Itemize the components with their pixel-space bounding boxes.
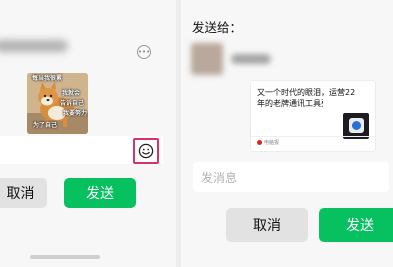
blurred-contact-name [231,54,271,64]
home-indicator [30,255,100,259]
shared-link-card[interactable]: 又一个时代的眼泪，运营22 年的老牌通讯工具要关停了 电脑报 [250,80,376,152]
sticker-caption: 我就会 [62,90,81,97]
link-card-title: 又一个时代的眼泪，运营22 年的老牌通讯工具要关停了 [257,87,371,109]
app-logo-icon [349,118,364,133]
send-button[interactable]: 发送 [319,208,393,242]
source-logo-icon [257,140,262,145]
send-to-heading: 发送给： [192,20,243,35]
avatar [191,43,223,75]
left-share-dialog: ••• 每当我很累 我就会 告诉自己 我要努力 为了自己 取消 发送 [0,0,176,267]
message-input[interactable]: 发消息 [193,162,389,192]
sticker-caption: 告诉自己 [60,100,85,107]
cancel-button[interactable]: 取消 [226,208,308,242]
ellipsis-circle-icon[interactable]: ••• [137,45,151,59]
sticker-caption: 每当我很累 [32,75,63,82]
card-divider [251,136,375,137]
sticker-caption: 为了自己 [33,122,58,129]
emoji-button[interactable] [133,138,159,164]
right-share-dialog: 发送给： 又一个时代的眼泪，运营22 年的老牌通讯工具要关停了 电脑报 发消息 … [181,0,393,267]
link-card-title-line1: 又一个时代的眼泪，运营22 [257,88,356,97]
link-card-source-name: 电脑报 [264,140,280,146]
dog-meme-sticker: 每当我很累 我就会 告诉自己 我要努力 为了自己 [27,73,88,134]
sticker-caption: 我要努力 [63,110,88,117]
message-input-placeholder: 发消息 [201,170,238,185]
link-card-source: 电脑报 [257,139,279,146]
cancel-button[interactable]: 取消 [0,178,47,208]
link-card-title-line2: 年的老牌通讯工具要关停了 [257,99,323,108]
blurred-recipient-name [0,40,68,52]
smiley-face-icon [138,143,154,159]
send-button[interactable]: 发送 [64,178,136,208]
